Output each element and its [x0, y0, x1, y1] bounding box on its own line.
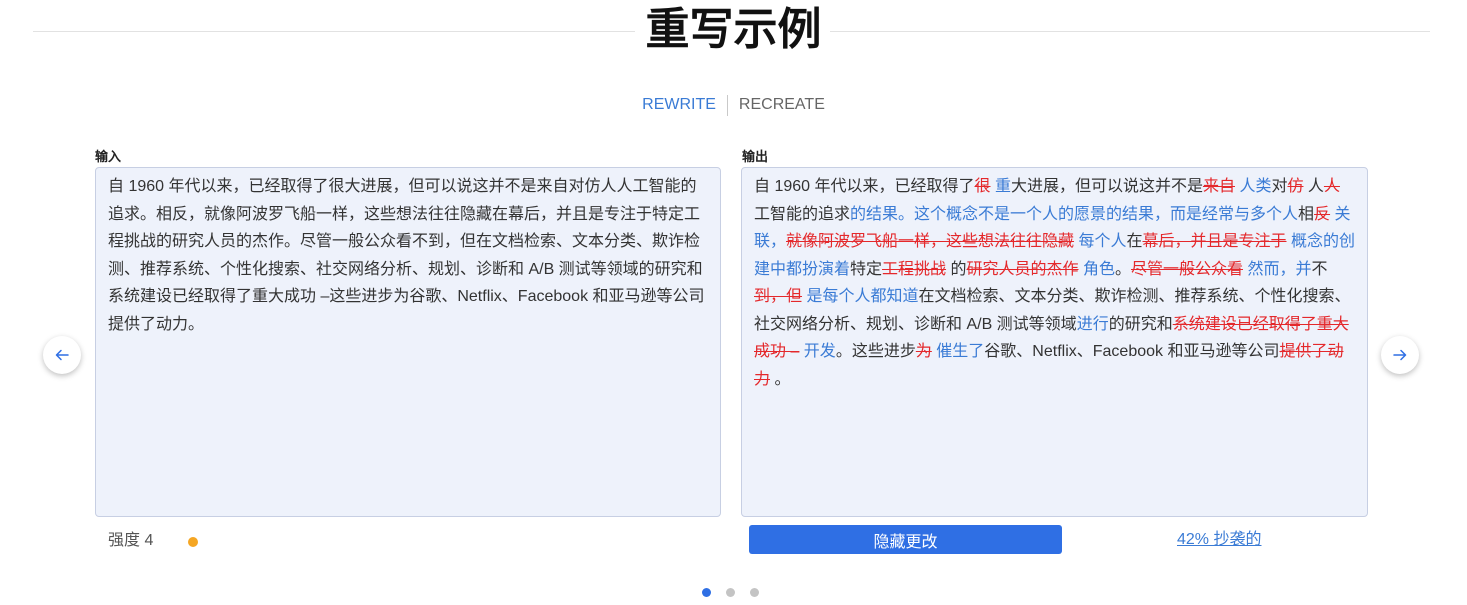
deleted-text: 来自 [1202, 178, 1235, 195]
deleted-text: 工程挑战 [882, 260, 947, 278]
pagination-dot[interactable] [702, 588, 711, 597]
input-label: 输入 [95, 149, 122, 164]
arrow-right-icon [1393, 349, 1407, 361]
unchanged-text: 相 [1298, 205, 1315, 223]
inserted-text: 开发 [799, 343, 836, 360]
unchanged-text: 的研究和 [1108, 315, 1173, 333]
unchanged-text: 工智能的追求 [754, 205, 851, 223]
inserted-text: 重 [990, 178, 1011, 195]
inserted-text: 催生了 [931, 343, 985, 360]
strength-dot [188, 537, 198, 547]
deleted-text: 人 [1323, 178, 1340, 195]
page-title: 重写示例 [0, 2, 1467, 58]
page-title-text: 重写示例 [637, 5, 830, 54]
deleted-text: 尽管一般公众看 [1130, 260, 1243, 278]
inserted-text: 每个人 [1074, 233, 1127, 250]
unchanged-text: 大进展，但可以说这并不是 [1010, 178, 1203, 195]
deleted-text: 为 [915, 343, 932, 360]
previous-example-button[interactable] [43, 336, 81, 374]
inserted-text: 的结果。这个概念不是一个人的愿景的结果，而是经常与多个人 [850, 205, 1299, 223]
unchanged-text: 。 [770, 370, 791, 388]
unchanged-text: 。这些进步 [835, 343, 916, 360]
arrow-left-icon [55, 349, 69, 361]
deleted-text: 反 [1314, 205, 1331, 223]
strength-indicator: 强度 4 [108, 530, 153, 552]
unchanged-text: 对 [1271, 178, 1288, 195]
inserted-text: 然而，并 [1243, 260, 1312, 278]
input-textarea[interactable]: 自 1960 年代以来，已经取得了很大进展，但可以说这并不是来自对仿人人工智能的… [95, 167, 721, 517]
unchanged-text: 不 [1311, 260, 1328, 278]
unchanged-text: 特定 [850, 260, 883, 278]
pagination-dot[interactable] [750, 588, 759, 597]
unchanged-text: 。 [1114, 260, 1131, 278]
strength-value: 4 [144, 532, 154, 549]
mode-tabs: REWRITE RECREATE [0, 93, 1467, 117]
deleted-text: 很 [974, 178, 991, 195]
pagination-dots [702, 588, 759, 597]
deleted-text: 到，但 [754, 288, 803, 305]
output-text: 自 1960 年代以来，已经取得了很 重大进展，但可以说这并不是来自 人类对仿 … [741, 167, 1368, 517]
unchanged-text: 人 [1303, 178, 1324, 195]
unchanged-text: 在 [1126, 233, 1143, 250]
tab-recreate[interactable]: RECREATE [728, 93, 836, 117]
deleted-text: 仿 [1287, 178, 1304, 195]
inserted-text: 进行 [1076, 315, 1109, 333]
inserted-text: 是每个人都知道 [802, 288, 919, 305]
unchanged-text: 自 1960 年代以来，已经取得了 [754, 178, 975, 195]
deleted-text: 就像阿波罗飞船一样，这些想法往往隐藏 [786, 233, 1075, 250]
deleted-text: 研究人员的杰作 [966, 260, 1079, 278]
unchanged-text: 谷歌、Netflix、Facebook 和亚马逊等公司 [984, 343, 1280, 360]
pagination-dot[interactable] [726, 588, 735, 597]
tab-rewrite[interactable]: REWRITE [631, 93, 727, 117]
hide-changes-button[interactable]: 隐藏更改 [749, 525, 1062, 554]
output-label: 输出 [742, 149, 769, 164]
unchanged-text: 的 [946, 260, 967, 278]
inserted-text: 角色 [1078, 260, 1115, 278]
next-example-button[interactable] [1381, 336, 1419, 374]
strength-label: 强度 [108, 532, 141, 549]
plagiarism-link[interactable]: 42% 抄袭的 [1177, 529, 1261, 551]
inserted-text: 人类 [1235, 178, 1272, 195]
deleted-text: 幕后，并且是专注于 [1142, 233, 1287, 250]
